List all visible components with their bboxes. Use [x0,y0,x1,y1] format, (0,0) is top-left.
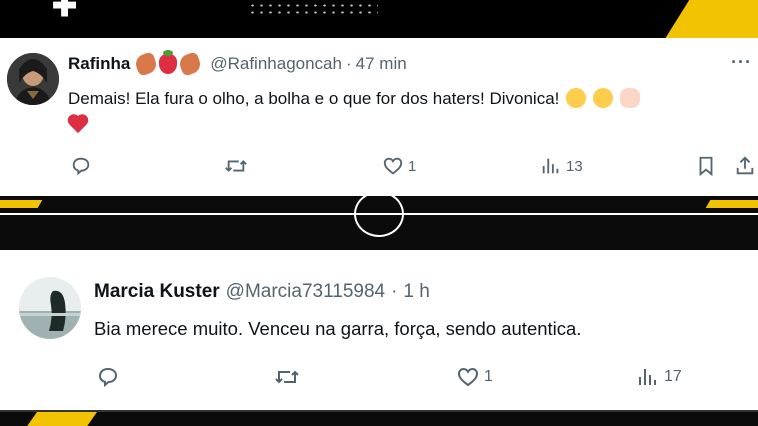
center-circle-decoration [354,191,404,237]
analytics-icon [542,158,559,174]
background-top-band [0,0,758,40]
analytics-icon [639,369,656,385]
display-name[interactable]: Rafinha [68,54,130,74]
tweet-header: Marcia Kuster @Marcia73115984 · 1 h [94,281,430,303]
grinning-squinting-face-icon [592,88,613,108]
dotted-pattern-decoration [248,2,378,18]
red-heart-icon [68,113,90,135]
views-button[interactable]: 13 [540,155,583,177]
retweet-button[interactable] [224,155,252,177]
reply-button[interactable] [96,365,124,389]
divider [0,410,758,412]
name-emojis [133,50,204,77]
tweet-text: Bia merece muito. Venceu na garra, força… [94,316,754,342]
tweet-actions: 1 13 [70,152,756,180]
like-count: 1 [484,368,493,385]
tweet-text: Demais! Ela fura o olho, a bolha e o que… [68,86,748,135]
retweet-icon [225,160,247,172]
tweet-card[interactable]: Marcia Kuster @Marcia73115984 · 1 h Bia … [0,250,758,410]
strawberry-icon [159,50,178,74]
clapping-hands-icon [619,88,640,108]
tweet-actions: 1 17 [96,362,736,392]
leaf-icon [177,51,204,77]
heart-icon [457,367,479,387]
tweet-header: Rafinha @Rafinhagoncah · 47 min [68,50,407,77]
retweet-icon [275,370,299,384]
views-button[interactable]: 17 [636,365,682,389]
separator-dot: · [391,281,398,302]
like-button[interactable]: 1 [456,365,493,389]
avatar[interactable] [7,53,59,105]
pleading-face-icon [566,88,587,108]
like-button[interactable]: 1 [382,155,416,177]
bookmark-icon [699,156,713,177]
leaf-icon [133,51,160,77]
username-handle[interactable]: @Marcia73115984 [226,281,385,303]
heart-icon [383,157,403,175]
display-name[interactable]: Marcia Kuster [94,281,220,303]
avatar[interactable] [19,277,81,339]
timestamp[interactable]: 1 h [403,281,429,303]
views-count: 13 [566,157,583,175]
yellow-stripe-decoration [22,412,98,426]
more-options-button[interactable]: ··· [731,52,752,73]
username-handle[interactable]: @Rafinhagoncah [210,54,342,74]
retweet-button[interactable] [274,365,304,389]
like-count: 1 [408,157,417,175]
share-button[interactable] [734,155,756,177]
tweet-card[interactable]: Rafinha @Rafinhagoncah · 47 min ··· Dema… [0,38,758,196]
reply-icon [98,367,118,388]
tweet-text-content: Bia merece muito. Venceu na garra, força… [94,318,582,339]
yellow-stripe-decoration [0,200,43,208]
tweet-text-content: Demais! Ela fura o olho, a bolha e o que… [68,89,560,108]
plus-decoration-icon: ✚ [52,0,78,23]
yellow-stripe-decoration [705,200,758,208]
bookmark-button[interactable] [696,155,716,177]
timestamp[interactable]: 47 min [356,54,407,74]
separator-dot: · [345,54,352,73]
share-icon [736,156,754,175]
reply-icon [72,157,90,176]
reply-button[interactable] [70,155,96,177]
views-count: 17 [664,368,682,385]
